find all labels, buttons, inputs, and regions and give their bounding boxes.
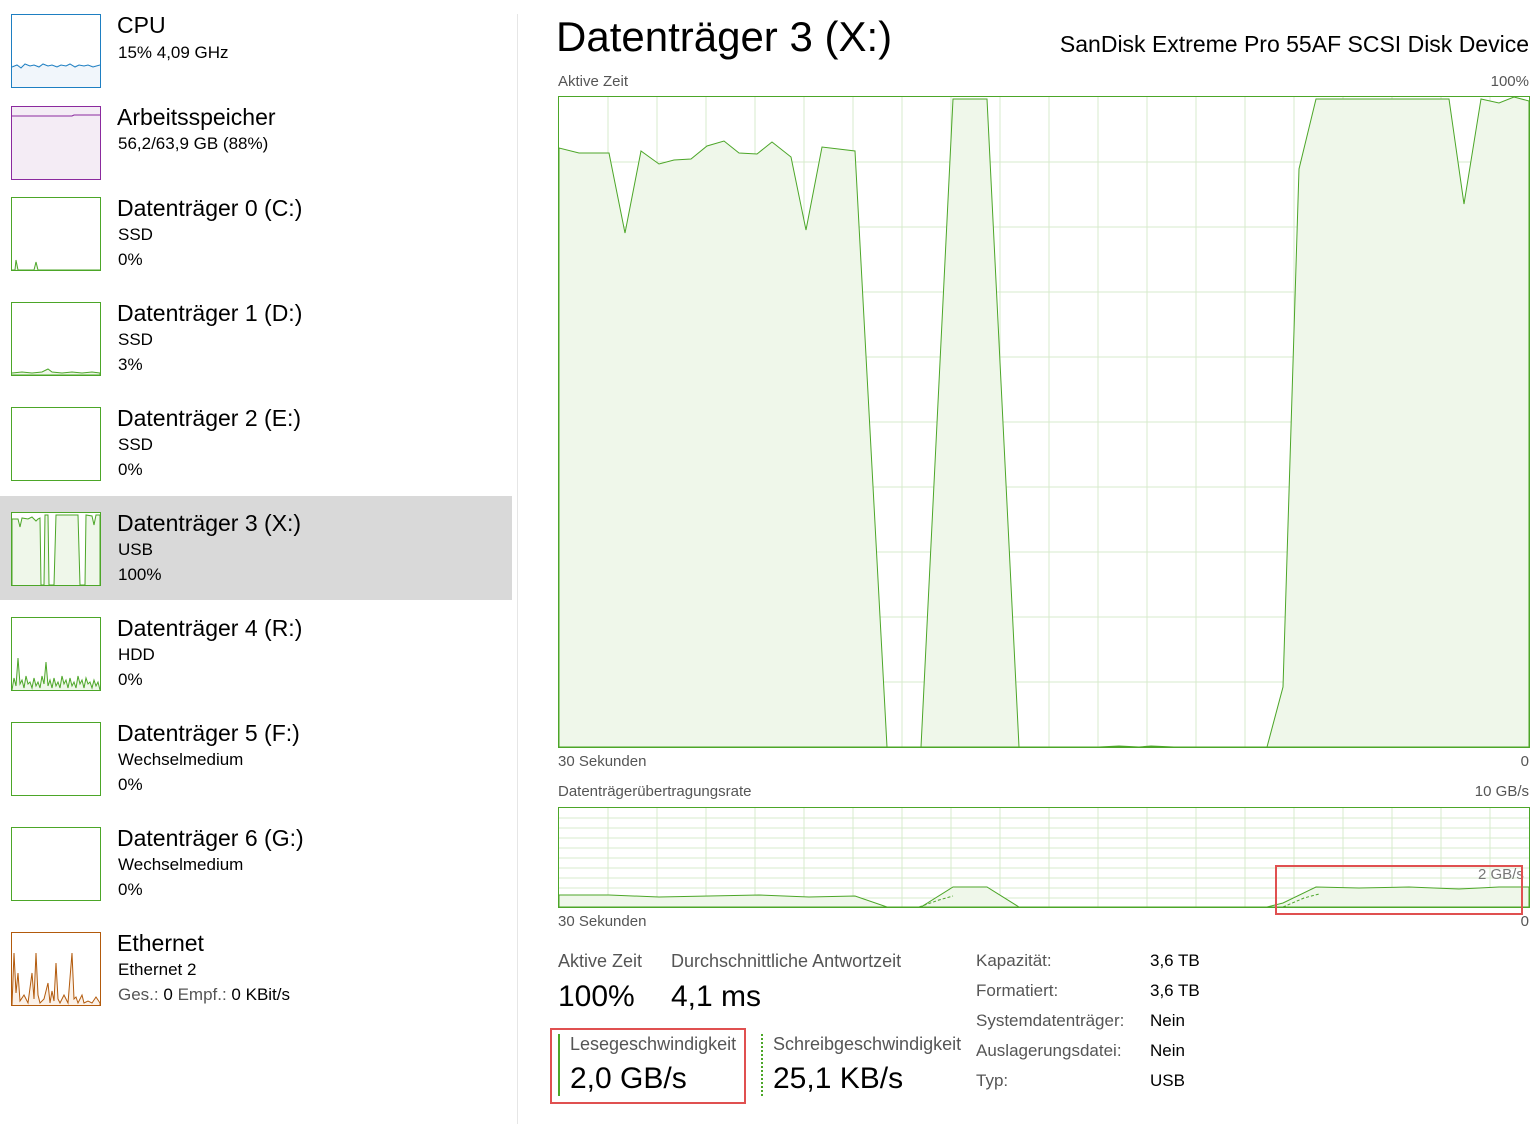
- sidebar-item-adapter: Ethernet 2: [118, 960, 197, 979]
- active-time-graph-min: 0: [1520, 753, 1529, 770]
- write-speed-value: 25,1 KB/s: [773, 1062, 904, 1095]
- active-time-label: Aktive Zeit: [558, 951, 643, 971]
- sidebar-item-type: HDD: [118, 645, 155, 664]
- send-value: 0: [163, 985, 173, 1004]
- sidebar-item-type: USB: [118, 540, 153, 559]
- sidebar-item-type: Wechselmedium: [118, 750, 244, 769]
- capacity-label: Kapazität:: [976, 951, 1052, 970]
- read-speed-indicator: [558, 1034, 560, 1096]
- disk-4-thumbnail-graph: [11, 617, 101, 691]
- disk-1-thumbnail-graph: [11, 302, 101, 376]
- sidebar-item-throughput: Ges.: 0 Empf.: 0 KBit/s: [118, 985, 290, 1005]
- sidebar-item-ethernet[interactable]: Ethernet Ethernet 2 Ges.: 0 Empf.: 0 KBi…: [0, 926, 512, 1030]
- sidebar-item-type: SSD: [118, 435, 153, 454]
- sidebar-item-usage: 0%: [118, 880, 143, 899]
- response-time-label: Durchschnittliche Antwortzeit: [671, 951, 902, 971]
- sidebar-item-usage: 0%: [118, 670, 143, 689]
- write-speed-label: Schreibgeschwindigkeit: [773, 1034, 962, 1054]
- sidebar-item-disk-1[interactable]: Datenträger 1 (D:) SSD 3%: [0, 296, 512, 400]
- type-value: USB: [1150, 1071, 1185, 1090]
- sidebar-item-usage: 0%: [118, 250, 143, 269]
- sidebar-item-type: Wechselmedium: [118, 855, 244, 874]
- read-speed-label: Lesegeschwindigkeit: [570, 1034, 737, 1054]
- sidebar-item-usage: 100%: [118, 565, 162, 584]
- sidebar-item-memory[interactable]: Arbeitsspeicher 56,2/63,9 GB (88%): [0, 96, 512, 200]
- active-time-graph-duration: 30 Sekunden: [558, 753, 647, 770]
- ethernet-thumbnail-graph: [11, 932, 101, 1006]
- sidebar-item-detail: 15% 4,09 GHz: [118, 43, 229, 62]
- formatted-label: Formatiert:: [976, 981, 1059, 1000]
- disk-6-thumbnail-graph: [11, 827, 101, 901]
- active-time-value: 100%: [558, 980, 635, 1013]
- sidebar-item-title: Datenträger 1 (D:): [117, 300, 303, 326]
- active-time-graph-label: Aktive Zeit: [558, 73, 629, 90]
- disk-3-thumbnail-graph: [11, 512, 101, 586]
- formatted-value: 3,6 TB: [1150, 981, 1200, 1000]
- transfer-rate-graph-label: Datenträgerübertragungsrate: [558, 783, 752, 800]
- cpu-thumbnail-graph: [11, 14, 101, 88]
- read-speed-value: 2,0 GB/s: [570, 1062, 687, 1095]
- type-label: Typ:: [976, 1071, 1009, 1090]
- active-time-max-label: 100%: [1490, 73, 1529, 90]
- sidebar-item-type: SSD: [118, 330, 153, 349]
- transfer-rate-scale-mark: 2 GB/s: [1478, 866, 1524, 883]
- sidebar-item-detail: 56,2/63,9 GB (88%): [118, 134, 269, 153]
- system-disk-value: Nein: [1150, 1011, 1185, 1030]
- memory-thumbnail-graph: [11, 106, 101, 180]
- sidebar-item-title: Datenträger 6 (G:): [117, 825, 304, 851]
- sidebar-item-cpu[interactable]: CPU 15% 4,09 GHz: [0, 0, 512, 104]
- sidebar-item-disk-3[interactable]: Datenträger 3 (X:) USB 100%: [0, 496, 512, 600]
- sidebar-item-disk-4[interactable]: Datenträger 4 (R:) HDD 0%: [0, 611, 512, 715]
- sidebar-item-usage: 0%: [118, 460, 143, 479]
- disk-2-thumbnail-graph: [11, 407, 101, 481]
- transfer-rate-max-label: 10 GB/s: [1474, 783, 1529, 800]
- transfer-rate-graph-min: 0: [1520, 913, 1529, 930]
- response-time-value: 4,1 ms: [671, 980, 762, 1013]
- write-speed-indicator: [761, 1034, 763, 1096]
- page-file-value: Nein: [1150, 1041, 1185, 1060]
- sidebar-item-usage: 0%: [118, 775, 143, 794]
- performance-sidebar: CPU 15% 4,09 GHz Arbeitsspeicher 56,2/63…: [0, 0, 512, 1132]
- sidebar-item-title: Datenträger 2 (E:): [117, 405, 302, 431]
- sidebar-item-title: Datenträger 3 (X:): [117, 510, 302, 536]
- sidebar-item-title: Arbeitsspeicher: [117, 104, 276, 130]
- page-file-label: Auslagerungsdatei:: [976, 1041, 1122, 1060]
- send-label: Ges.:: [118, 985, 159, 1004]
- system-disk-label: Systemdatenträger:: [976, 1011, 1125, 1030]
- sidebar-item-usage: 3%: [118, 355, 143, 374]
- sidebar-item-disk-6[interactable]: Datenträger 6 (G:) Wechselmedium 0%: [0, 821, 512, 925]
- receive-label: Empf.:: [177, 985, 227, 1004]
- transfer-rate-graph-duration: 30 Sekunden: [558, 913, 647, 930]
- sidebar-item-title: Datenträger 4 (R:): [117, 615, 303, 641]
- page-title: Datenträger 3 (X:): [556, 13, 893, 60]
- sidebar-item-title: CPU: [117, 12, 166, 38]
- active-time-graph: [558, 96, 1530, 748]
- capacity-value: 3,6 TB: [1150, 951, 1200, 970]
- disk-5-thumbnail-graph: [11, 722, 101, 796]
- transfer-rate-graph: [558, 807, 1530, 908]
- sidebar-item-title: Ethernet: [117, 930, 204, 956]
- device-model-name: SanDisk Extreme Pro 55AF SCSI Disk Devic…: [1059, 31, 1529, 57]
- sidebar-item-disk-0[interactable]: Datenträger 0 (C:) SSD 0%: [0, 192, 512, 296]
- sidebar-item-title: Datenträger 0 (C:): [117, 195, 303, 221]
- sidebar-item-title: Datenträger 5 (F:): [117, 720, 300, 746]
- disk-0-thumbnail-graph: [11, 197, 101, 271]
- sidebar-item-disk-2[interactable]: Datenträger 2 (E:) SSD 0%: [0, 401, 512, 505]
- panel-divider[interactable]: [517, 14, 518, 1124]
- sidebar-item-type: SSD: [118, 225, 153, 244]
- sidebar-item-disk-5[interactable]: Datenträger 5 (F:) Wechselmedium 0%: [0, 716, 512, 820]
- receive-value: 0 KBit/s: [231, 985, 291, 1004]
- active-time-graph-canvas: [559, 97, 1529, 747]
- transfer-rate-graph-canvas: [559, 808, 1529, 907]
